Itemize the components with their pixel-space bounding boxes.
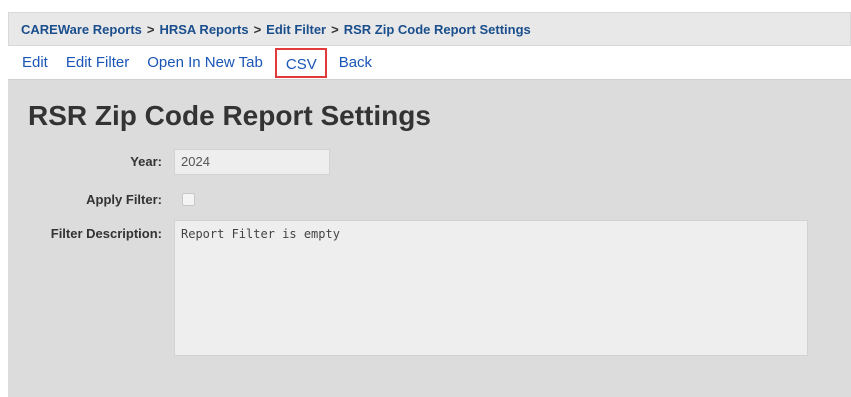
breadcrumb-edit-filter[interactable]: Edit Filter bbox=[266, 22, 326, 37]
settings-panel: RSR Zip Code Report Settings Year: 2024 … bbox=[8, 80, 851, 397]
year-field[interactable]: 2024 bbox=[174, 149, 330, 175]
breadcrumb-separator: > bbox=[331, 21, 339, 37]
csv-link[interactable]: CSV bbox=[274, 47, 327, 78]
breadcrumb-separator: > bbox=[253, 21, 262, 37]
toolbar: Edit Edit Filter Open In New Tab CSV Bac… bbox=[8, 46, 851, 80]
breadcrumb-careware-reports[interactable]: CAREWare Reports bbox=[21, 22, 142, 37]
apply-filter-checkbox[interactable] bbox=[182, 193, 195, 206]
year-label: Year: bbox=[130, 154, 162, 169]
filter-description-label: Filter Description: bbox=[50, 226, 162, 241]
breadcrumb: CAREWare Reports > HRSA Reports > Edit F… bbox=[8, 12, 851, 46]
edit-link[interactable]: Edit bbox=[22, 51, 48, 75]
page-title: RSR Zip Code Report Settings bbox=[28, 100, 431, 131]
breadcrumb-current: RSR Zip Code Report Settings bbox=[343, 21, 531, 37]
back-link[interactable]: Back bbox=[339, 51, 372, 75]
edit-filter-link[interactable]: Edit Filter bbox=[66, 51, 129, 75]
open-in-new-tab-link[interactable]: Open In New Tab bbox=[147, 51, 263, 75]
filter-description-field[interactable]: Report Filter is empty bbox=[174, 220, 808, 356]
apply-filter-label: Apply Filter: bbox=[86, 192, 162, 207]
breadcrumb-hrsa-reports[interactable]: HRSA Reports bbox=[159, 22, 248, 37]
breadcrumb-separator: > bbox=[146, 21, 155, 37]
